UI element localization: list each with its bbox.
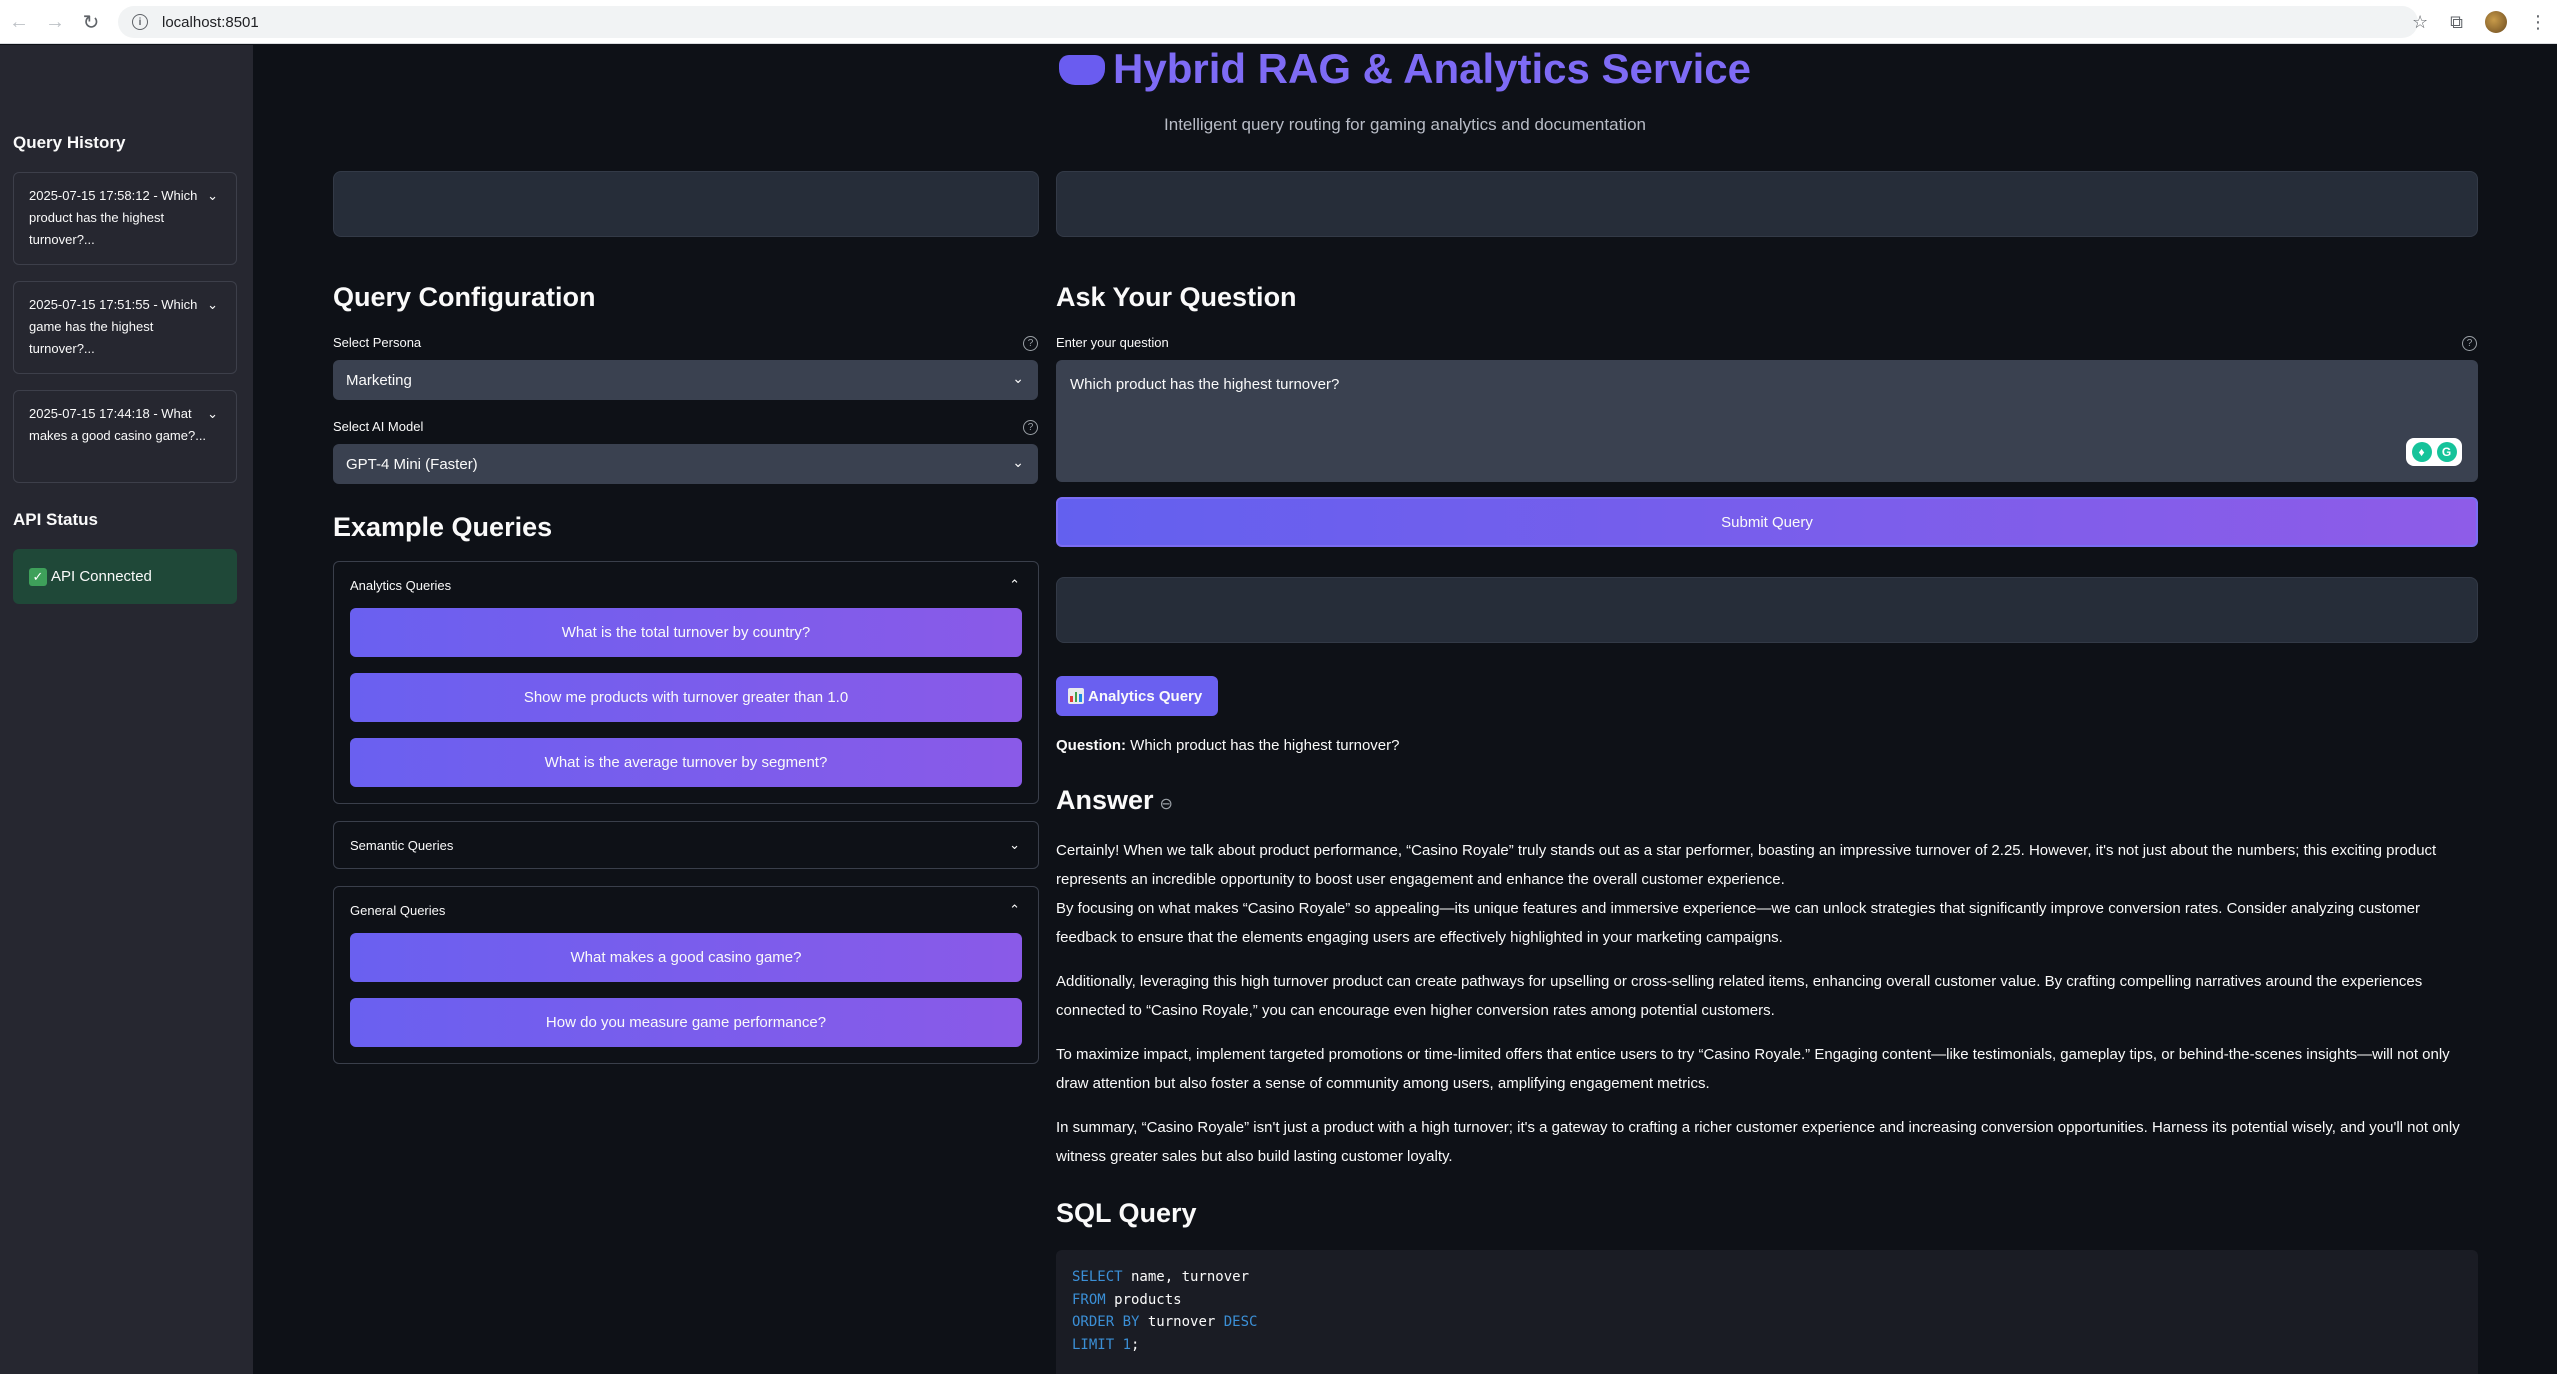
question-input-value: Which product has the highest turnover? (1070, 376, 1340, 393)
answer-heading-text: Answer (1056, 785, 1154, 815)
sql-query-heading: SQL Query (1056, 1198, 1197, 1228)
example-query-button[interactable]: What makes a good casino game? (350, 933, 1022, 982)
chevron-down-icon: ⌄ (1012, 454, 1024, 470)
help-icon[interactable]: ? (2462, 336, 2477, 351)
question-input-label: Enter your question (1056, 335, 1169, 350)
persona-select[interactable]: Marketing ⌄ (333, 360, 1038, 400)
browser-toolbar: ← → ↻ i localhost:8501 ☆ ⧉ ⋮ (0, 0, 2557, 44)
answer-paragraph: To maximize impact, implement targeted p… (1056, 1046, 2450, 1092)
gamepad-icon (1059, 55, 1105, 85)
chevron-down-icon: ⌄ (1012, 370, 1024, 386)
example-query-button[interactable]: How do you measure game performance? (350, 998, 1022, 1047)
sql-keyword: DESC (1223, 1314, 1258, 1330)
empty-panel (1056, 577, 2478, 643)
chevron-down-icon: ⌄ (1009, 837, 1020, 852)
link-icon[interactable]: ⊖ (1160, 796, 1173, 813)
answer-heading: Answer ⊖ (1056, 785, 1173, 816)
result-question: Question: Which product has the highest … (1056, 737, 1400, 754)
example-queries-heading: Example Queries (333, 512, 553, 542)
chevron-up-icon: ⌃ (1009, 577, 1020, 592)
answer-paragraph: In summary, “Casino Royale” isn't just a… (1056, 1119, 2460, 1165)
profile-avatar[interactable] (2485, 11, 2507, 33)
empty-panel (1056, 171, 2478, 237)
menu-icon[interactable]: ⋮ (2529, 12, 2547, 33)
help-icon[interactable]: ? (1023, 336, 1038, 351)
chevron-up-icon: ⌃ (1009, 902, 1020, 917)
question-label: Question: (1056, 737, 1126, 754)
page-subtitle: Intelligent query routing for gaming ana… (1164, 115, 1646, 134)
bookmark-star-icon[interactable]: ☆ (2412, 12, 2428, 33)
history-item-label: 2025-07-15 17:51:55 - Which game has the… (29, 297, 198, 356)
persona-value: Marketing (346, 371, 412, 389)
sql-code-block: SELECT name, turnover FROM products ORDE… (1056, 1250, 2478, 1374)
sql-number: 1 (1114, 1336, 1132, 1353)
history-item[interactable]: 2025-07-15 17:44:18 - What makes a good … (13, 390, 237, 483)
example-query-button[interactable]: What is the total turnover by country? (350, 608, 1022, 657)
question-textarea[interactable]: Which product has the highest turnover? … (1056, 360, 2478, 482)
back-icon[interactable]: ← (4, 7, 34, 37)
sql-text: name, turnover (1122, 1269, 1250, 1285)
grammarly-bulb-icon: ♦ (2411, 442, 2432, 462)
sql-text: products (1105, 1291, 1182, 1308)
expander-title: Analytics Queries (350, 577, 452, 593)
expander-title: Semantic Queries (350, 837, 454, 853)
history-item[interactable]: 2025-07-15 17:58:12 - Which product has … (13, 172, 237, 265)
general-queries-expander: General Queries ⌃ What makes a good casi… (333, 886, 1039, 1064)
check-icon: ✓ (29, 567, 47, 586)
analytics-queries-expander: Analytics Queries ⌃ What is the total tu… (333, 561, 1039, 804)
history-item-label: 2025-07-15 17:58:12 - Which product has … (29, 188, 198, 247)
reload-icon[interactable]: ↻ (76, 7, 106, 37)
api-status-title: API Status (13, 510, 99, 529)
query-history-title: Query History (13, 133, 126, 152)
semantic-queries-header[interactable]: Semantic Queries ⌄ (334, 822, 1038, 868)
chevron-down-icon: ⌄ (207, 406, 218, 421)
sql-keyword: ORDER BY (1072, 1314, 1140, 1330)
page-title: Hybrid RAG & Analytics Service (253, 45, 2557, 93)
sql-text: turnover (1139, 1314, 1224, 1330)
semantic-queries-expander: Semantic Queries ⌄ (333, 821, 1039, 869)
grammarly-icon: G (2436, 442, 2457, 462)
history-item-label: 2025-07-15 17:44:18 - What makes a good … (29, 406, 207, 443)
ask-question-heading: Ask Your Question (1056, 282, 1297, 312)
example-query-button[interactable]: What is the average turnover by segment? (350, 738, 1022, 787)
general-queries-header[interactable]: General Queries ⌃ (334, 887, 1038, 933)
address-bar[interactable]: i localhost:8501 (118, 6, 2418, 38)
api-status-badge: ✓ API Connected (13, 549, 237, 604)
chevron-down-icon: ⌄ (207, 188, 218, 203)
forward-icon[interactable]: → (40, 7, 70, 37)
bar-chart-icon (1068, 688, 1084, 704)
page-title-text: Hybrid RAG & Analytics Service (1113, 45, 1751, 92)
empty-panel (333, 171, 1039, 237)
submit-query-button[interactable]: Submit Query (1056, 497, 2478, 547)
extensions-icon[interactable]: ⧉ (2450, 12, 2463, 33)
answer-paragraph: Additionally, leveraging this high turno… (1056, 973, 2423, 1019)
main-area: Hybrid RAG & Analytics Service Intellige… (253, 45, 2557, 1374)
grammarly-widget[interactable]: ♦ G (2406, 438, 2462, 466)
api-status-text: API Connected (51, 568, 152, 585)
chevron-down-icon: ⌄ (207, 297, 218, 312)
help-icon[interactable]: ? (1023, 420, 1038, 435)
example-query-button[interactable]: Show me products with turnover greater t… (350, 673, 1022, 722)
model-select[interactable]: GPT-4 Mini (Faster) ⌄ (333, 444, 1038, 484)
history-item[interactable]: 2025-07-15 17:51:55 - Which game has the… (13, 281, 237, 374)
answer-paragraph: Certainly! When we talk about product pe… (1056, 842, 2437, 888)
answer-paragraph: By focusing on what makes “Casino Royale… (1056, 900, 2421, 946)
sql-keyword: LIMIT (1072, 1336, 1115, 1353)
analytics-queries-header[interactable]: Analytics Queries ⌃ (334, 562, 1038, 608)
sql-text: ; (1131, 1336, 1140, 1353)
persona-label: Select Persona (333, 335, 422, 350)
url-text: localhost:8501 (162, 13, 259, 31)
sidebar: Query History 2025-07-15 17:58:12 - Whic… (0, 45, 253, 1374)
query-type-text: Analytics Query (1088, 687, 1203, 705)
expander-title: General Queries (350, 902, 446, 918)
query-type-badge: Analytics Query (1056, 676, 1219, 716)
site-info-icon[interactable]: i (132, 14, 148, 30)
model-value: GPT-4 Mini (Faster) (346, 455, 478, 473)
query-config-heading: Query Configuration (333, 282, 596, 312)
model-label: Select AI Model (333, 419, 424, 434)
sql-keyword: SELECT (1072, 1269, 1123, 1285)
question-text: Which product has the highest turnover? (1130, 737, 1400, 754)
sql-keyword: FROM (1072, 1291, 1106, 1308)
